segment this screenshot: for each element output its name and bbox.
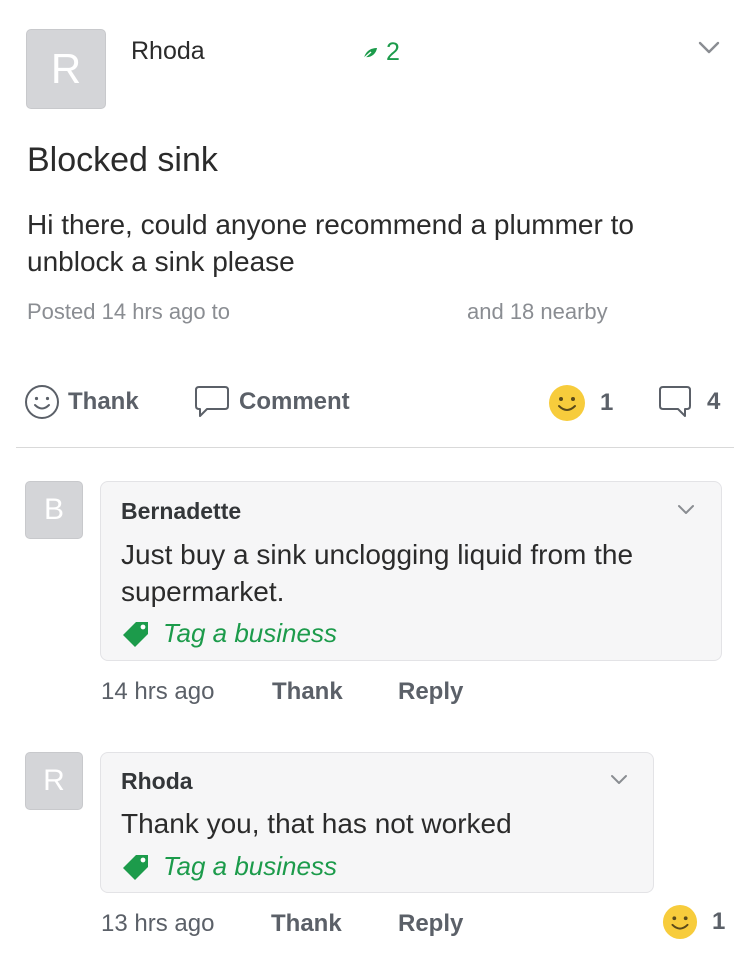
comment-author-avatar[interactable]: R xyxy=(25,752,83,810)
comment-label: Comment xyxy=(239,388,350,415)
comment-text: Thank you, that has not worked xyxy=(121,808,512,839)
comment-thank-button[interactable]: Thank xyxy=(271,910,342,938)
tag-business-link[interactable]: Tag a business xyxy=(121,851,337,882)
comments-count-value: 4 xyxy=(707,388,721,415)
comment-thanks-count[interactable]: 1 xyxy=(662,904,725,940)
tag-business-label: Tag a business xyxy=(163,618,337,648)
post-nearby-link[interactable]: and 18 nearby xyxy=(467,299,608,325)
thanks-count-value: 1 xyxy=(712,908,726,935)
avatar-letter: R xyxy=(43,764,65,797)
post-comments-count[interactable]: 4 xyxy=(657,384,720,420)
comment-bubble-icon xyxy=(659,386,691,417)
comment-bubble: Bernadette Just buy a sink unclogging li… xyxy=(100,481,722,661)
comment-thank-button[interactable]: Thank xyxy=(272,678,343,706)
comment-reply-button[interactable]: Reply xyxy=(398,678,463,706)
comment-bubble: Rhoda Thank you, that has not worked Tag… xyxy=(100,752,654,893)
smiley-outline-icon xyxy=(25,385,59,419)
avatar-letter: R xyxy=(50,45,82,92)
comment-author-name[interactable]: Bernadette xyxy=(121,498,241,525)
post-thanks-count[interactable]: 1 xyxy=(548,384,613,422)
smiley-emoji-icon xyxy=(549,385,585,421)
comment-timestamp: 13 hrs ago xyxy=(101,910,215,937)
tag-icon xyxy=(123,854,148,880)
leaf-badge: 2 xyxy=(362,38,400,67)
post-author-name[interactable]: Rhoda xyxy=(131,37,205,66)
comment-options-chevron-icon[interactable] xyxy=(610,774,628,786)
tag-business-label: Tag a business xyxy=(163,851,337,881)
post-body: Hi there, could anyone recommend a plumm… xyxy=(27,209,634,277)
leaf-count: 2 xyxy=(386,38,400,66)
comment-author-avatar[interactable]: B xyxy=(25,481,83,539)
post-posted-meta: Posted 14 hrs ago to xyxy=(27,299,231,324)
thank-label: Thank xyxy=(68,388,139,415)
comment-button[interactable]: Comment xyxy=(193,384,350,420)
comment-text: Just buy a sink unclogging liquid from t… xyxy=(121,539,634,607)
avatar-letter: B xyxy=(43,493,64,526)
post-title: Blocked sink xyxy=(27,141,218,179)
section-divider xyxy=(16,447,734,448)
tag-business-link[interactable]: Tag a business xyxy=(121,618,337,649)
leaf-icon xyxy=(362,47,377,60)
comment-options-chevron-icon[interactable] xyxy=(677,504,695,516)
post-author-avatar[interactable]: R xyxy=(26,29,106,109)
comment-author-name[interactable]: Rhoda xyxy=(121,768,193,795)
thank-button[interactable]: Thank xyxy=(24,384,139,420)
comment-bubble-icon xyxy=(195,386,229,417)
thanks-count-value: 1 xyxy=(600,389,614,416)
tag-icon xyxy=(123,621,148,647)
post-options-chevron-icon[interactable] xyxy=(697,40,721,56)
comment-reply-button[interactable]: Reply xyxy=(398,910,463,938)
comment-timestamp: 14 hrs ago xyxy=(101,678,215,705)
smiley-emoji-icon xyxy=(662,904,698,940)
